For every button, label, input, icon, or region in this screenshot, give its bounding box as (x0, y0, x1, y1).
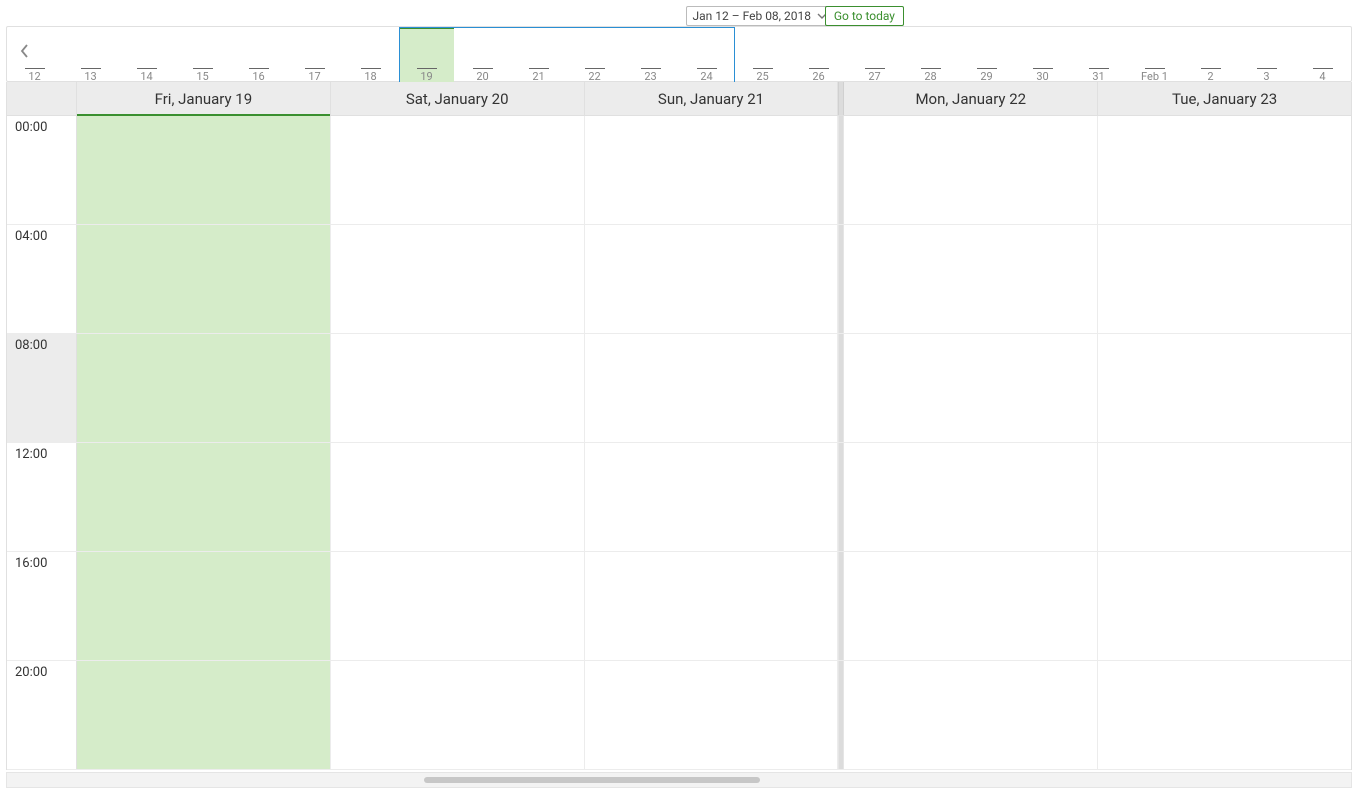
timeline-tick[interactable]: 29 (959, 27, 1015, 83)
timeline-tick[interactable]: Feb 1 (1127, 27, 1183, 83)
timeline-tick[interactable]: 21 (511, 27, 567, 83)
day-header-label: Mon, January 22 (915, 90, 1026, 108)
calendar-cell[interactable] (844, 334, 1098, 442)
calendar-cell[interactable] (77, 443, 331, 551)
timeline-overview[interactable]: 1213141516171819202122232425262728293031… (6, 26, 1352, 82)
time-gutter-header (7, 82, 77, 115)
calendar-cell[interactable] (585, 661, 839, 769)
time-gutter-label: 16:00 (7, 552, 77, 660)
timeline-tick[interactable]: 13 (63, 27, 119, 83)
calendar-cell[interactable] (844, 661, 1098, 769)
date-range-picker[interactable]: Jan 12 – Feb 08, 2018 (686, 6, 834, 26)
timeline-tick[interactable]: 15 (175, 27, 231, 83)
day-header-row: Fri, January 19 Sat, January 20 Sun, Janua… (6, 82, 1352, 116)
calendar-cell[interactable] (77, 225, 331, 333)
timeline-tick[interactable]: 14 (119, 27, 175, 83)
timeline-tick[interactable]: 16 (231, 27, 287, 83)
calendar-cell[interactable] (585, 225, 839, 333)
calendar-cell[interactable] (77, 552, 331, 660)
horizontal-scrollbar[interactable] (6, 772, 1352, 788)
calendar-cell[interactable] (331, 116, 585, 224)
calendar-cell[interactable] (77, 334, 331, 442)
calendar-cell[interactable] (1098, 334, 1351, 442)
time-row: 12:00 (7, 443, 1351, 552)
timeline-tick[interactable]: 30 (1015, 27, 1071, 83)
time-gutter-label: 12:00 (7, 443, 77, 551)
timeline-tick[interactable]: 19 (399, 27, 455, 83)
calendar-cell[interactable] (77, 661, 331, 769)
timeline-tick[interactable]: 20 (455, 27, 511, 83)
timeline-tick[interactable]: 26 (791, 27, 847, 83)
calendar-cell[interactable] (331, 334, 585, 442)
timeline-tick[interactable]: 2 (1183, 27, 1239, 83)
timeline-tick[interactable]: 17 (287, 27, 343, 83)
timeline-tick[interactable]: 24 (679, 27, 735, 83)
timeline-tick[interactable]: 28 (903, 27, 959, 83)
day-header[interactable]: Sat, January 20 (331, 82, 585, 115)
calendar-cell[interactable] (1098, 552, 1351, 660)
time-row: 04:00 (7, 225, 1351, 334)
calendar-toolbar: Jan 12 – Feb 08, 2018 Go to today (6, 4, 1352, 26)
day-header[interactable]: Sun, January 21 (585, 82, 839, 115)
calendar-cell[interactable] (1098, 443, 1351, 551)
calendar-cell[interactable] (844, 116, 1098, 224)
day-header[interactable]: Mon, January 22 (844, 82, 1098, 115)
calendar-cell[interactable] (331, 225, 585, 333)
go-to-today-label: Go to today (834, 9, 895, 23)
timeline-tick[interactable]: 31 (1071, 27, 1127, 83)
timeline-tick[interactable]: 18 (343, 27, 399, 83)
calendar-cell[interactable] (77, 116, 331, 224)
calendar-cell[interactable] (331, 552, 585, 660)
time-gutter-label: 00:00 (7, 116, 77, 224)
calendar-cell[interactable] (1098, 661, 1351, 769)
calendar-cell[interactable] (585, 443, 839, 551)
time-gutter-label: 08:00 (7, 334, 77, 442)
day-header-label: Sun, January 21 (658, 90, 764, 108)
calendar-cell[interactable] (331, 661, 585, 769)
scrollbar-thumb[interactable] (424, 777, 760, 783)
timeline-tick[interactable]: 12 (7, 27, 63, 83)
calendar-cell[interactable] (331, 443, 585, 551)
day-header-label: Tue, January 23 (1172, 90, 1277, 108)
calendar-cell[interactable] (585, 116, 839, 224)
timeline-tick-label: 12 (28, 70, 40, 83)
calendar-cell[interactable] (844, 552, 1098, 660)
calendar-grid[interactable]: 00:0004:0008:0012:0016:0020:00 (6, 116, 1352, 770)
time-row: 08:00 (7, 334, 1351, 443)
time-row: 20:00 (7, 661, 1351, 770)
timeline-tick[interactable]: 25 (735, 27, 791, 83)
timeline-tick[interactable]: 4 (1295, 27, 1351, 83)
go-to-today-button[interactable]: Go to today (825, 6, 904, 26)
timeline-tick[interactable]: 3 (1239, 27, 1295, 83)
timeline-tick[interactable]: 23 (623, 27, 679, 83)
day-header[interactable]: Tue, January 23 (1098, 82, 1351, 115)
time-row: 00:00 (7, 116, 1351, 225)
timeline-tick[interactable]: 22 (567, 27, 623, 83)
time-gutter-label: 20:00 (7, 661, 77, 769)
timeline-tick[interactable]: 27 (847, 27, 903, 83)
calendar-cell[interactable] (844, 225, 1098, 333)
calendar-cell[interactable] (1098, 116, 1351, 224)
calendar-cell[interactable] (1098, 225, 1351, 333)
calendar-cell[interactable] (844, 443, 1098, 551)
time-gutter-label: 04:00 (7, 225, 77, 333)
day-header-label: Fri, January 19 (155, 90, 253, 108)
day-header-label: Sat, January 20 (406, 90, 509, 108)
calendar-cell[interactable] (585, 552, 839, 660)
day-header[interactable]: Fri, January 19 (77, 82, 331, 115)
time-row: 16:00 (7, 552, 1351, 661)
calendar-cell[interactable] (585, 334, 839, 442)
date-range-label: Jan 12 – Feb 08, 2018 (693, 9, 811, 23)
